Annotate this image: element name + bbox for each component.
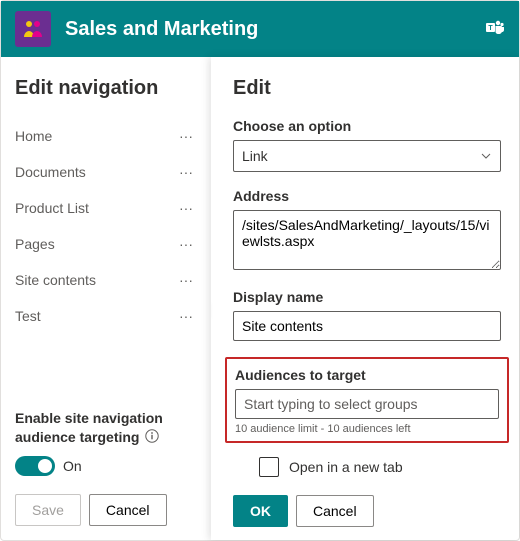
new-tab-checkbox[interactable] xyxy=(259,457,279,477)
site-logo xyxy=(15,11,51,47)
nav-item-label: Pages xyxy=(15,236,55,252)
body: Edit navigation Home ··· Documents ··· P… xyxy=(1,57,519,540)
nav-item-product-list[interactable]: Product List ··· xyxy=(15,190,197,226)
overflow-icon[interactable]: ··· xyxy=(175,128,197,144)
display-name-input[interactable] xyxy=(233,311,501,341)
overflow-icon[interactable]: ··· xyxy=(175,308,197,324)
address-label: Address xyxy=(233,188,501,204)
audience-targeting-toggle[interactable] xyxy=(15,456,55,476)
edit-link-callout: Edit Choose an option Link Address Displ… xyxy=(211,57,519,540)
audiences-highlight: Audiences to target 10 audience limit - … xyxy=(225,357,509,443)
toggle-row: On xyxy=(15,456,197,476)
audience-targeting-label: Enable site navigation audience targetin… xyxy=(15,409,197,448)
edit-callout-title: Edit xyxy=(233,77,501,100)
edit-navigation-panel: Edit navigation Home ··· Documents ··· P… xyxy=(1,57,211,540)
nav-item-home[interactable]: Home ··· xyxy=(15,118,197,154)
nav-item-label: Product List xyxy=(15,200,89,216)
nav-item-pages[interactable]: Pages ··· xyxy=(15,226,197,262)
option-field: Choose an option Link xyxy=(233,118,501,172)
nav-item-test[interactable]: Test ··· xyxy=(15,298,197,334)
overflow-icon[interactable]: ··· xyxy=(175,200,197,216)
toggle-label-text: Enable site navigation audience targetin… xyxy=(15,410,163,445)
overflow-icon[interactable]: ··· xyxy=(175,236,197,252)
option-value: Link xyxy=(242,148,268,164)
teams-icon[interactable]: T xyxy=(485,18,505,41)
chevron-down-icon xyxy=(480,150,492,162)
audiences-label: Audiences to target xyxy=(235,367,499,383)
edit-navigation-title: Edit navigation xyxy=(15,77,197,100)
display-name-field: Display name xyxy=(233,289,501,341)
site-header: Sales and Marketing T xyxy=(1,1,519,57)
nav-item-documents[interactable]: Documents ··· xyxy=(15,154,197,190)
option-label: Choose an option xyxy=(233,118,501,134)
site-title: Sales and Marketing xyxy=(65,18,477,41)
new-tab-label: Open in a new tab xyxy=(289,459,403,475)
nav-item-label: Site contents xyxy=(15,272,96,288)
nav-item-label: Test xyxy=(15,308,41,324)
nav-item-label: Home xyxy=(15,128,52,144)
toggle-state-label: On xyxy=(63,458,82,474)
nav-item-label: Documents xyxy=(15,164,86,180)
address-input[interactable] xyxy=(233,210,501,270)
overflow-icon[interactable]: ··· xyxy=(175,272,197,288)
nav-list: Home ··· Documents ··· Product List ··· … xyxy=(15,118,197,334)
audiences-input[interactable] xyxy=(235,389,499,419)
nav-item-site-contents[interactable]: Site contents ··· xyxy=(15,262,197,298)
overflow-icon[interactable]: ··· xyxy=(175,164,197,180)
new-tab-row: Open in a new tab xyxy=(259,457,501,477)
audience-targeting-section: Enable site navigation audience targetin… xyxy=(15,389,197,526)
save-button[interactable]: Save xyxy=(15,494,81,526)
edit-cancel-button[interactable]: Cancel xyxy=(296,495,374,527)
option-select[interactable]: Link xyxy=(233,140,501,172)
address-field: Address xyxy=(233,188,501,273)
ok-button[interactable]: OK xyxy=(233,495,288,527)
cancel-button[interactable]: Cancel xyxy=(89,494,167,526)
audiences-helper: 10 audience limit - 10 audiences left xyxy=(235,423,499,435)
info-icon[interactable] xyxy=(145,429,159,448)
svg-text:T: T xyxy=(488,25,493,32)
display-name-label: Display name xyxy=(233,289,501,305)
